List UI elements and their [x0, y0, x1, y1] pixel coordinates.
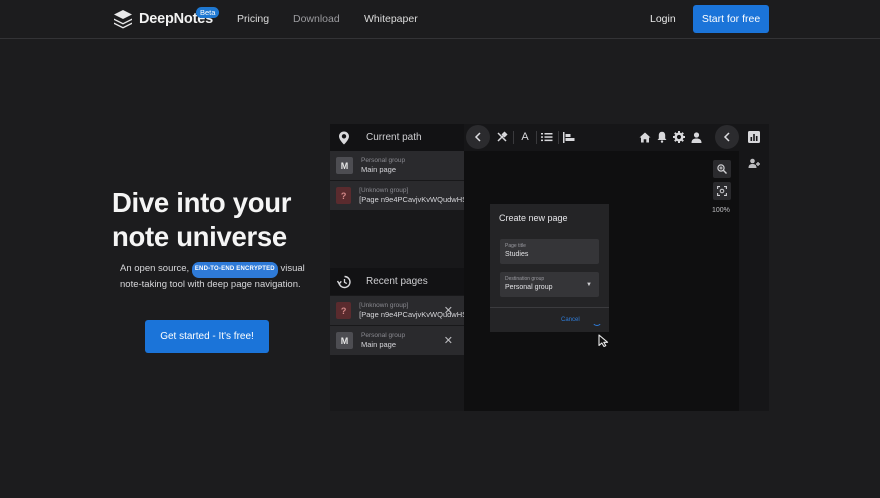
encryption-badge: END-TO-END ENCRYPTED	[191, 262, 278, 278]
fit-screen-button[interactable]	[713, 182, 731, 200]
page-title: Main page	[361, 165, 397, 174]
zoom-in-button[interactable]	[713, 160, 731, 178]
beta-badge: Beta	[196, 7, 220, 18]
page-avatar: ?	[336, 187, 352, 204]
path-item[interactable]: M Personal group Main page	[330, 151, 464, 180]
page-avatar: M	[336, 332, 353, 349]
recent-pages-title: Recent pages	[366, 276, 428, 287]
cancel-button[interactable]: Cancel	[561, 317, 580, 323]
create-page-dialog: Create new page Page title Studies Desti…	[490, 204, 609, 332]
page-title: [Page n9e4PCavjvKvWQudwHSJy]	[359, 195, 464, 204]
get-started-button[interactable]: Get started - It's free!	[145, 320, 269, 353]
app-preview: Current path M Personal group Main page …	[330, 124, 769, 411]
close-icon[interactable]: ✕	[444, 304, 453, 317]
toolbar-divider	[513, 131, 514, 144]
page-title: Main page	[361, 340, 397, 349]
recent-item[interactable]: ? [Unknown group] [Page n9e4PCavjvKvWQud…	[330, 296, 464, 325]
hero-title-line: note universe	[112, 221, 287, 252]
nav-whitepaper-link[interactable]: Whitepaper	[364, 13, 418, 25]
zoom-in-icon	[717, 164, 727, 174]
hero-description: An open source, END-TO-END ENCRYPTED vis…	[120, 262, 320, 291]
dialog-title: Create new page	[499, 213, 568, 223]
history-icon	[330, 275, 358, 289]
user-icon[interactable]	[689, 130, 703, 144]
path-item[interactable]: ? [Unknown group] [Page n9e4PCavjvKvWQud…	[330, 181, 464, 210]
close-icon[interactable]: ✕	[444, 334, 453, 347]
current-path-title: Current path	[366, 132, 422, 143]
fit-screen-icon	[717, 186, 727, 196]
page-avatar: ?	[336, 302, 352, 319]
nav-pricing-link[interactable]: Pricing	[237, 13, 269, 25]
tools-icon[interactable]	[495, 130, 509, 144]
dialog-divider	[490, 307, 609, 308]
toolbar-divider	[558, 131, 559, 144]
hero-title-line: Dive into your	[112, 187, 292, 218]
right-sidebar	[739, 124, 769, 411]
field-value: Personal group	[505, 284, 553, 291]
chart-icon[interactable]	[747, 130, 761, 144]
chevron-left-icon	[723, 132, 730, 142]
nav-download-link[interactable]: Download	[293, 13, 340, 25]
logo-link[interactable]: DeepNotes Beta	[113, 7, 220, 29]
list-icon[interactable]	[540, 130, 554, 144]
loading-spinner-icon	[592, 316, 602, 326]
page-group: Personal group	[361, 157, 406, 164]
bell-icon[interactable]	[655, 130, 669, 144]
gear-icon[interactable]	[672, 130, 686, 144]
field-value: Studies	[505, 251, 529, 258]
field-label: Page title	[505, 243, 526, 249]
collapse-right-button[interactable]	[715, 125, 739, 149]
home-icon[interactable]	[638, 130, 652, 144]
chevron-left-icon	[474, 132, 481, 142]
page-group: Personal group	[361, 332, 406, 339]
page-title-field[interactable]: Page title Studies	[500, 239, 599, 264]
align-left-icon[interactable]	[562, 130, 576, 144]
top-navigation: DeepNotes Beta Pricing Download Whitepap…	[0, 0, 880, 39]
stack-logo-icon	[114, 10, 132, 29]
login-link[interactable]: Login	[650, 13, 676, 25]
add-user-icon[interactable]	[747, 156, 761, 170]
page-group: [Unknown group]	[359, 187, 409, 194]
collapse-left-button[interactable]	[466, 125, 490, 149]
text-format-icon[interactable]: A	[518, 130, 532, 144]
recent-item[interactable]: M Personal group Main page ✕	[330, 326, 464, 355]
toolbar-divider	[536, 131, 537, 144]
mouse-cursor-icon	[598, 334, 609, 347]
page-avatar: M	[336, 157, 353, 174]
caret-down-icon: ▼	[586, 282, 592, 288]
hero-title: Dive into your note universe	[112, 186, 342, 254]
destination-group-select[interactable]: Destination group Personal group ▼	[500, 272, 599, 297]
hero-desc-text: An open source,	[120, 263, 190, 274]
zoom-level: 100%	[712, 207, 730, 214]
recent-pages-header: Recent pages	[330, 268, 464, 295]
current-path-header: Current path	[330, 124, 464, 151]
left-sidebar: Current path M Personal group Main page …	[330, 124, 464, 411]
start-for-free-button[interactable]: Start for free	[693, 5, 769, 33]
field-label: Destination group	[505, 276, 545, 282]
map-pin-icon	[330, 131, 358, 145]
